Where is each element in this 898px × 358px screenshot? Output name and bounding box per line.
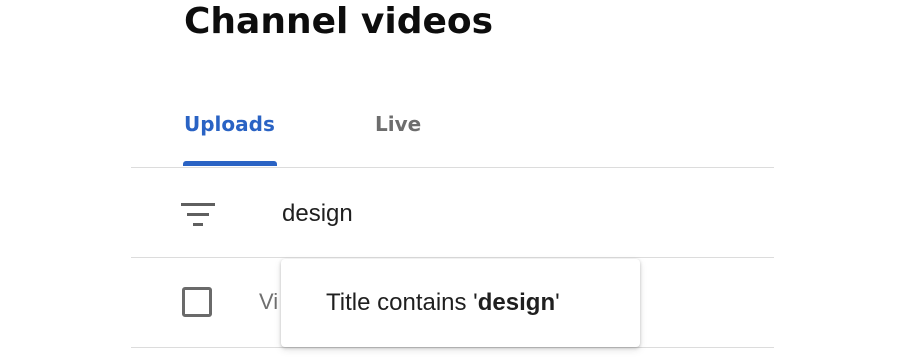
- divider: [131, 347, 774, 348]
- column-header-video[interactable]: Vi: [259, 288, 278, 316]
- filter-input[interactable]: [282, 196, 752, 232]
- select-all-checkbox[interactable]: [182, 287, 212, 317]
- channel-videos-page: Channel videos Uploads Live Vi Title con…: [0, 0, 898, 358]
- page-title: Channel videos: [184, 1, 494, 42]
- filter-icon[interactable]: [181, 203, 215, 227]
- tab-live[interactable]: Live: [375, 110, 421, 138]
- divider: [131, 257, 774, 258]
- filter-suggestion[interactable]: Title contains 'design': [281, 259, 640, 347]
- tab-uploads[interactable]: Uploads: [184, 110, 275, 138]
- divider: [131, 167, 774, 168]
- tab-selected-indicator: [183, 161, 277, 166]
- filter-suggestion-term: design: [477, 289, 556, 316]
- filter-suggestion-text: Title contains 'design': [326, 289, 560, 316]
